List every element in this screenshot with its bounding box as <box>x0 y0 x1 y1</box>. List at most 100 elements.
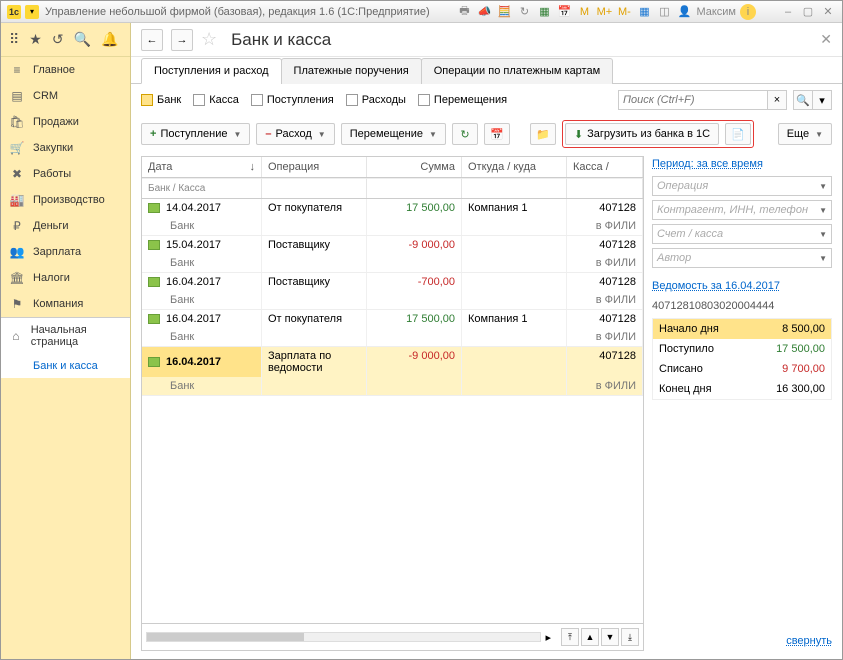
load-from-bank-button[interactable]: ⬇Загрузить из банка в 1С <box>565 123 719 145</box>
filter-checkbox[interactable]: Поступления <box>251 94 334 106</box>
operation-filter[interactable]: Операция▼ <box>652 176 832 196</box>
sidebar-item[interactable]: 🏭Производство <box>1 187 130 213</box>
author-filter[interactable]: Автор▼ <box>652 248 832 268</box>
info-icon[interactable]: i <box>740 4 756 20</box>
contragent-filter[interactable]: Контрагент, ИНН, телефон▼ <box>652 200 832 220</box>
add-income-button[interactable]: +Поступление▼ <box>141 123 250 145</box>
subnav-item[interactable]: Банк и касса <box>1 354 130 378</box>
nav-label: Деньги <box>33 220 69 232</box>
tab[interactable]: Платежные поручения <box>281 58 422 84</box>
refresh-icon[interactable]: ↻ <box>516 4 532 20</box>
cell-where <box>462 236 567 254</box>
sidebar-item[interactable]: ≡Главное <box>1 57 130 83</box>
forward-button[interactable]: → <box>171 29 193 51</box>
cell-bank: Банк <box>142 254 262 272</box>
add-expense-button[interactable]: –Расход▼ <box>256 123 334 145</box>
sidebar-item[interactable]: 🛒Закупки <box>1 135 130 161</box>
minimize-button[interactable]: – <box>780 4 796 20</box>
print-icon[interactable]: 🖶 <box>456 4 472 20</box>
col-bank[interactable]: Банк / Касса <box>142 178 262 198</box>
nav-icon: ▤ <box>9 89 25 103</box>
refresh-list-button[interactable]: ↻ <box>452 123 478 145</box>
more-button[interactable]: Еще▼ <box>778 123 832 145</box>
apps-icon[interactable]: ⠿ <box>9 31 19 48</box>
calc-icon[interactable]: 🧮 <box>496 4 512 20</box>
col-kassa[interactable]: Касса / <box>567 157 643 177</box>
grid-bottom-button[interactable]: ⤓ <box>621 628 639 646</box>
sidebar-item[interactable]: 🛍Продажи <box>1 109 130 135</box>
horizontal-scrollbar[interactable] <box>146 632 541 642</box>
table-row[interactable]: 16.04.2017Зарплата по ведомости-9 000,00… <box>142 347 643 396</box>
grid-up-button[interactable]: ▲ <box>581 628 599 646</box>
back-button[interactable]: ← <box>141 29 163 51</box>
grid-icon[interactable]: ▦ <box>636 4 652 20</box>
nav-label: Производство <box>33 194 105 206</box>
sidebar-item[interactable]: ▤CRM <box>1 83 130 109</box>
sidebar-item[interactable]: ₽Деньги <box>1 213 130 239</box>
user-icon[interactable]: 👤 <box>676 4 692 20</box>
date-icon[interactable]: 📅 <box>556 4 572 20</box>
sidebar-item[interactable]: 🏛Налоги <box>1 265 130 291</box>
app-menu-dropdown[interactable]: ▾ <box>25 5 39 19</box>
search-input[interactable] <box>618 90 768 110</box>
favorite-icon[interactable]: ☆ <box>201 29 217 50</box>
calendar-icon[interactable]: ▦ <box>536 4 552 20</box>
nav-label: Налоги <box>33 272 70 284</box>
filter-checkbox[interactable]: Перемещения <box>418 94 507 106</box>
search-go-button[interactable]: 🔍 <box>793 90 813 110</box>
table-row[interactable]: 16.04.2017От покупателя17 500,00Компания… <box>142 310 643 347</box>
folder-button[interactable]: 📁 <box>530 123 556 145</box>
cell-kassa: 407128 <box>567 236 643 254</box>
account-filter[interactable]: Счет / касса▼ <box>652 224 832 244</box>
search-icon[interactable]: 🔍 <box>74 31 91 48</box>
vedomost-link[interactable]: Ведомость за 16.04.2017 <box>652 278 832 294</box>
page-close-button[interactable]: ✕ <box>820 31 832 48</box>
filter-checkbox[interactable]: Банк <box>141 94 181 106</box>
announce-icon[interactable]: 📣 <box>476 4 492 20</box>
table-row[interactable]: 14.04.2017От покупателя17 500,00Компания… <box>142 199 643 236</box>
history-icon[interactable]: ↺ <box>52 31 64 48</box>
close-button[interactable]: ✕ <box>820 4 836 20</box>
grid-down-button[interactable]: ▼ <box>601 628 619 646</box>
subnav-item[interactable]: ⌂Начальная страница <box>1 318 130 354</box>
maximize-button[interactable]: ▢ <box>800 4 816 20</box>
grid-top-button[interactable]: ⤒ <box>561 628 579 646</box>
star-icon[interactable]: ★ <box>29 31 42 48</box>
panel-icon[interactable]: ◫ <box>656 4 672 20</box>
sidebar-item[interactable]: 👥Зарплата <box>1 239 130 265</box>
sidebar-item[interactable]: ✖Работы <box>1 161 130 187</box>
checkbox-label: Касса <box>209 94 239 106</box>
col-sum[interactable]: Сумма <box>367 157 462 177</box>
nav-label: Начальная страница <box>31 324 122 348</box>
collapse-link[interactable]: свернуть <box>652 631 832 651</box>
calendar-button[interactable]: 📅 <box>484 123 510 145</box>
table-row[interactable]: 16.04.2017Поставщику-700,00407128Банкв Ф… <box>142 273 643 310</box>
m-icon[interactable]: M <box>576 4 592 20</box>
sidebar-item[interactable]: ⚑Компания <box>1 291 130 317</box>
col-operation[interactable]: Операция <box>262 157 367 177</box>
bank-info-button[interactable]: 📄 <box>725 123 751 145</box>
m3-icon[interactable]: M- <box>616 4 632 20</box>
period-link[interactable]: Период: за все время <box>652 156 832 172</box>
tab[interactable]: Операции по платежным картам <box>421 58 613 84</box>
col-where[interactable]: Откуда / куда <box>462 157 567 177</box>
add-transfer-button[interactable]: Перемещение▼ <box>341 123 446 145</box>
user-name[interactable]: Максим <box>696 4 736 20</box>
scroll-right-icon[interactable]: ▸ <box>545 631 551 644</box>
document-icon <box>148 357 160 367</box>
filter-checkbox[interactable]: Касса <box>193 94 239 106</box>
summary-row: Конец дня16 300,00 <box>653 379 831 399</box>
search-opts-button[interactable]: ▾ <box>812 90 832 110</box>
cell-kassa: 407128 <box>567 347 643 377</box>
nav-icon: ≡ <box>9 63 25 77</box>
filter-checkbox[interactable]: Расходы <box>346 94 406 106</box>
tab[interactable]: Поступления и расход <box>141 58 282 84</box>
m2-icon[interactable]: M+ <box>596 4 612 20</box>
col-date[interactable]: Дата↓ <box>142 157 262 177</box>
search-clear-button[interactable]: × <box>767 90 787 110</box>
table-row[interactable]: 15.04.2017Поставщику-9 000,00407128Банкв… <box>142 236 643 273</box>
bell-icon[interactable]: 🔔 <box>101 31 118 48</box>
cell-date: 15.04.2017 <box>166 239 221 251</box>
cell-date: 16.04.2017 <box>166 313 221 325</box>
nav-icon: 👥 <box>9 245 25 259</box>
